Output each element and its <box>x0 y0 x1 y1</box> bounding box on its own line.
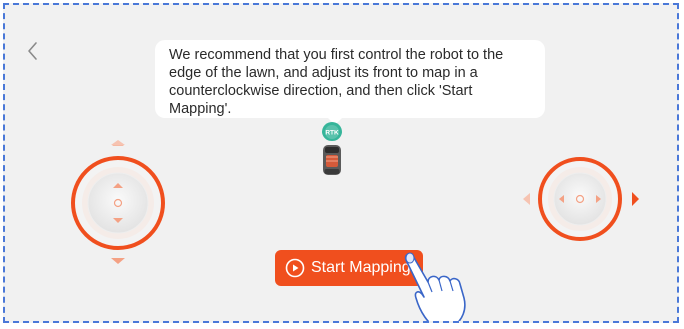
start-mapping-button[interactable]: Start Mapping <box>275 250 423 286</box>
robot-marker: RTK <box>317 121 347 183</box>
instruction-text: We recommend that you first control the … <box>169 47 504 117</box>
rtk-badge-text: RTK <box>325 130 339 137</box>
instruction-bubble: We recommend that you first control the … <box>155 40 545 118</box>
joystick-vertical <box>71 140 165 264</box>
play-circle-icon <box>285 258 305 278</box>
back-button[interactable] <box>23 39 43 63</box>
left-joystick[interactable] <box>58 138 178 268</box>
chevron-left-icon <box>28 42 37 60</box>
start-mapping-label: Start Mapping <box>311 259 411 276</box>
robot-icon: RTK <box>322 122 342 175</box>
mapping-screen: We recommend that you first control the … <box>3 3 679 323</box>
joystick-horizontal <box>523 157 639 241</box>
right-joystick[interactable] <box>520 153 640 283</box>
